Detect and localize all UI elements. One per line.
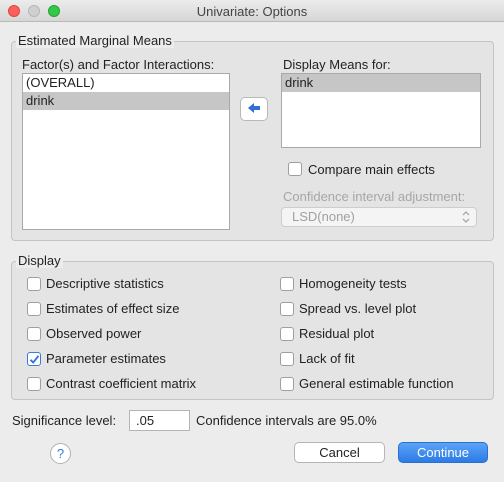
move-variable-button[interactable] xyxy=(240,97,268,121)
ci-adjustment-select[interactable]: LSD(none) xyxy=(281,207,477,227)
display-means-listbox[interactable]: drink xyxy=(281,73,481,148)
parameter-estimates-checkbox[interactable] xyxy=(27,352,41,366)
estimates-effect-size-label: Estimates of effect size xyxy=(46,301,180,316)
factors-listbox[interactable]: (OVERALL) drink xyxy=(22,73,230,230)
spread-vs-level-plot-checkbox[interactable] xyxy=(280,302,294,316)
significance-level-input[interactable]: .05 xyxy=(129,410,190,431)
lack-of-fit-checkbox[interactable] xyxy=(280,352,294,366)
display-legend: Display xyxy=(16,253,63,268)
spread-vs-level-plot-label: Spread vs. level plot xyxy=(299,301,417,316)
contrast-coefficient-matrix-checkbox[interactable] xyxy=(27,377,41,391)
arrow-left-icon xyxy=(247,102,261,117)
significance-level-label: Significance level: xyxy=(12,413,117,428)
descriptive-statistics-label: Descriptive statistics xyxy=(46,276,164,291)
compare-main-effects-label: Compare main effects xyxy=(308,162,435,177)
help-button[interactable]: ? xyxy=(50,443,71,464)
continue-button[interactable]: Continue xyxy=(398,442,488,463)
list-item[interactable]: drink xyxy=(282,74,480,92)
descriptive-statistics-checkbox[interactable] xyxy=(27,277,41,291)
parameter-estimates-label: Parameter estimates xyxy=(46,351,166,366)
list-item[interactable]: (OVERALL) xyxy=(23,74,229,92)
cancel-button[interactable]: Cancel xyxy=(294,442,385,463)
residual-plot-checkbox[interactable] xyxy=(280,327,294,341)
estimates-effect-size-checkbox[interactable] xyxy=(27,302,41,316)
title-bar: Univariate: Options xyxy=(0,0,504,22)
ci-adjustment-label: Confidence interval adjustment: xyxy=(283,189,466,204)
homogeneity-tests-label: Homogeneity tests xyxy=(299,276,407,291)
help-icon: ? xyxy=(56,446,65,461)
general-estimable-function-checkbox[interactable] xyxy=(280,377,294,391)
general-estimable-function-label: General estimable function xyxy=(299,376,454,391)
ci-adjustment-value: LSD(none) xyxy=(292,209,355,224)
observed-power-checkbox[interactable] xyxy=(27,327,41,341)
window-title: Univariate: Options xyxy=(196,4,308,19)
factors-label: Factor(s) and Factor Interactions: xyxy=(22,57,215,72)
confidence-intervals-text: Confidence intervals are 95.0% xyxy=(196,413,377,428)
estimated-marginal-means-legend: Estimated Marginal Means xyxy=(16,33,174,48)
list-item[interactable]: drink xyxy=(23,92,229,110)
observed-power-label: Observed power xyxy=(46,326,142,341)
updown-chevron-icon xyxy=(462,210,470,229)
checkmark-icon xyxy=(29,355,40,364)
lack-of-fit-label: Lack of fit xyxy=(299,351,355,366)
compare-main-effects-checkbox[interactable] xyxy=(288,162,302,176)
display-means-label: Display Means for: xyxy=(283,57,391,72)
residual-plot-label: Residual plot xyxy=(299,326,375,341)
contrast-coefficient-matrix-label: Contrast coefficient matrix xyxy=(46,376,197,391)
homogeneity-tests-checkbox[interactable] xyxy=(280,277,294,291)
